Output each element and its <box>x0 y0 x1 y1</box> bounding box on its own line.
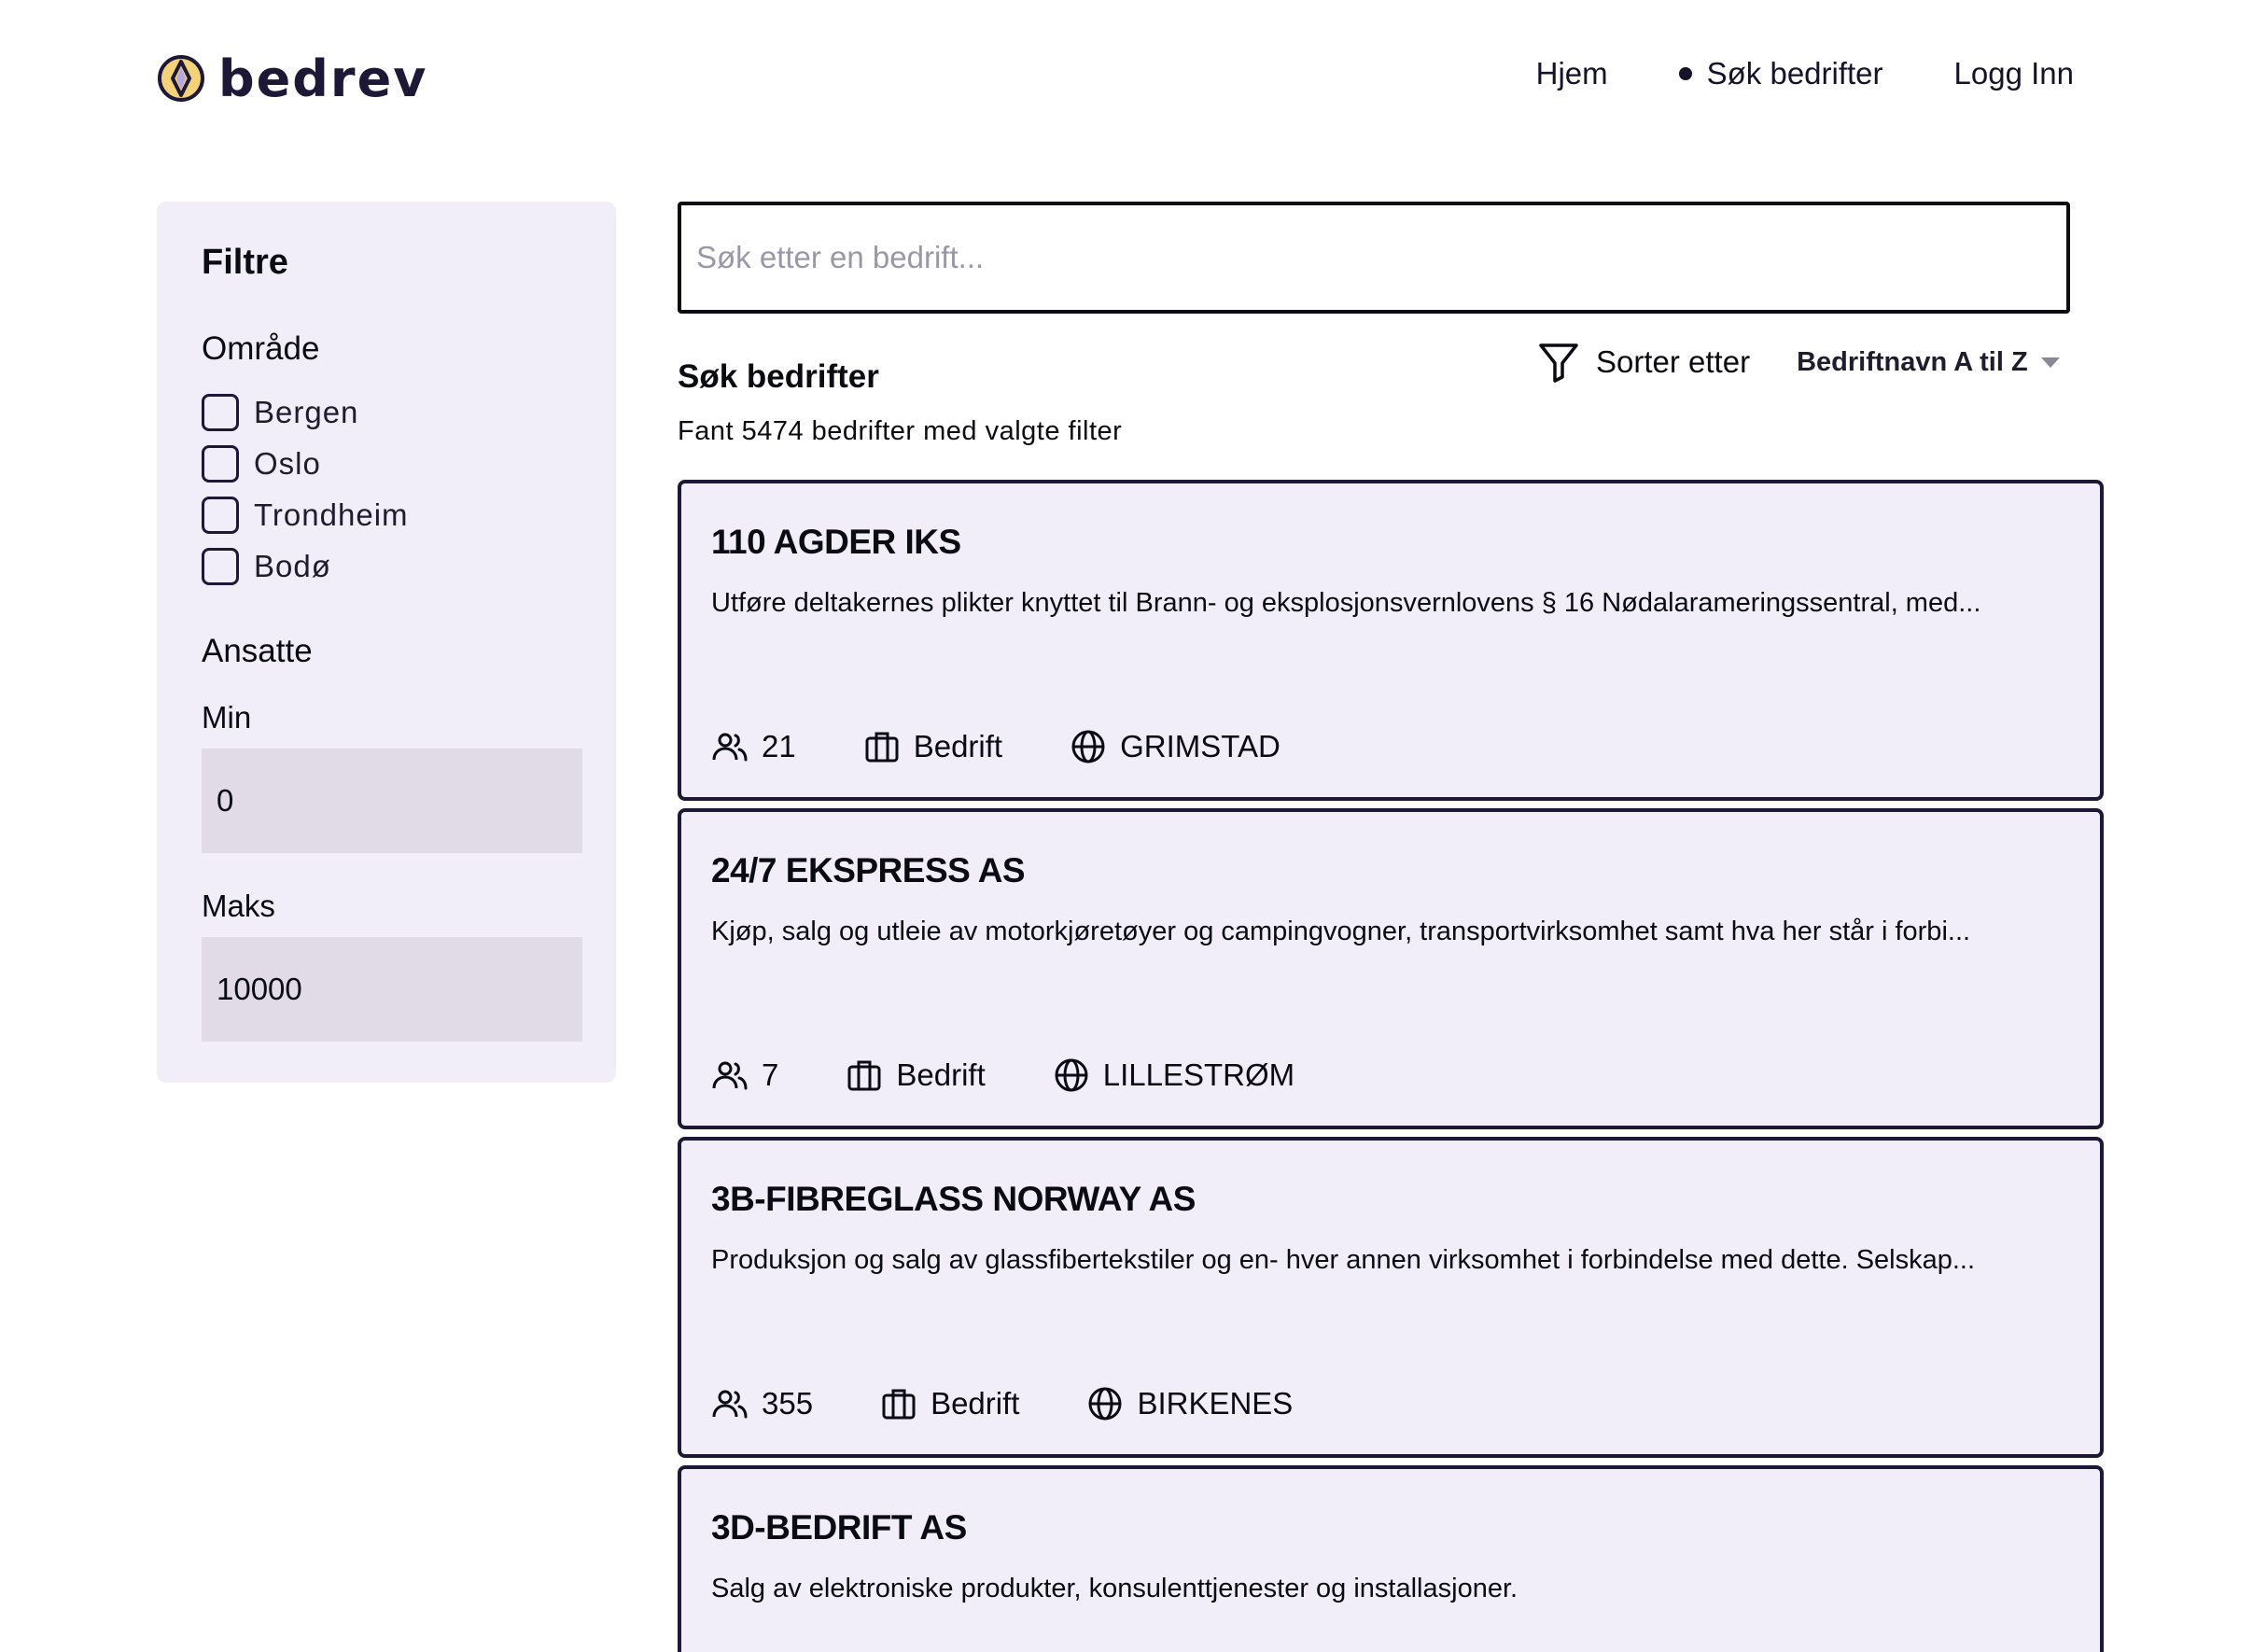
brand-name: bedrev <box>218 49 428 108</box>
company-name: 3B-FIBREGLASS NORWAY AS <box>711 1180 1196 1218</box>
nav-login-link[interactable]: Logg Inn <box>1954 56 2074 91</box>
company-name: 3D-BEDRIFT AS <box>711 1508 967 1547</box>
checkbox[interactable] <box>202 548 239 585</box>
company-card[interactable]: 3D-BEDRIFT AS Salg av elektroniske produ… <box>678 1465 2104 1652</box>
checkbox[interactable] <box>202 445 239 483</box>
company-name: 110 AGDER IKS <box>711 523 961 561</box>
company-location: BIRKENES <box>1086 1385 1293 1422</box>
location-value: GRIMSTAD <box>1120 729 1280 763</box>
type-value: Bedrift <box>896 1057 986 1092</box>
area-option-label: Bergen <box>254 395 359 429</box>
search-input[interactable] <box>681 205 2066 310</box>
area-option-bodo[interactable]: Bodø <box>202 548 331 585</box>
employees-count: 7 <box>711 1057 778 1094</box>
min-employees-input[interactable] <box>202 749 582 853</box>
active-dot-icon <box>1678 67 1692 80</box>
briefcase-icon <box>865 732 899 763</box>
search-box <box>678 202 2070 314</box>
min-employees-label: Min <box>202 700 252 735</box>
max-employees-input[interactable] <box>202 937 582 1042</box>
header: bedrev Hjem Søk bedrifter Logg Inn <box>0 0 2253 168</box>
company-type: Bedrift <box>880 1385 1019 1422</box>
nav-login-label: Logg Inn <box>1953 56 2074 91</box>
nav-search-label: Søk bedrifter <box>1706 56 1883 91</box>
company-meta: 21 Bedrift GRIMSTAD <box>711 728 1348 765</box>
company-card[interactable]: 3B-FIBREGLASS NORWAY AS Produksjon og sa… <box>678 1137 2104 1458</box>
company-card[interactable]: 24/7 EKSPRESS AS Kjøp, salg og utleie av… <box>678 808 2104 1129</box>
company-name: 24/7 EKSPRESS AS <box>711 851 1026 889</box>
employees-value: 21 <box>762 729 796 763</box>
filters-title: Filtre <box>202 243 288 282</box>
checkbox[interactable] <box>202 497 239 534</box>
results-title: Søk bedrifter <box>678 358 879 395</box>
nav-search-link[interactable]: Søk bedrifter <box>1678 56 1883 91</box>
company-description: Produksjon og salg av glassfibertekstile… <box>711 1245 1976 1275</box>
area-option-label: Trondheim <box>254 497 409 532</box>
nav-home-link[interactable]: Hjem <box>1536 56 1608 91</box>
nav-home-label: Hjem <box>1535 56 1608 91</box>
company-type: Bedrift <box>863 728 1002 765</box>
employees-value: 7 <box>762 1057 779 1092</box>
people-icon <box>712 1390 748 1419</box>
employees-count: 355 <box>711 1385 813 1422</box>
sort-label: Sorter etter <box>1596 344 1751 379</box>
employees-section-title: Ansatte <box>202 633 313 669</box>
company-meta: 7 Bedrift LILLESTRØM <box>711 1057 1362 1094</box>
company-description: Utføre deltakernes plikter knyttet til B… <box>711 588 1981 618</box>
area-section-title: Område <box>202 330 320 367</box>
filter-funnel-icon[interactable] <box>1536 340 1581 385</box>
results-count: Fant 5474 bedrifter med valgte filter <box>678 416 1123 446</box>
briefcase-icon <box>847 1060 881 1091</box>
globe-icon <box>1071 730 1105 763</box>
company-meta: 355 Bedrift BIRKENES <box>711 1385 1360 1422</box>
globe-icon <box>1088 1387 1122 1421</box>
globe-icon <box>1055 1058 1088 1092</box>
sort-select[interactable]: Bedriftnavn A til Z <box>1797 347 2060 378</box>
area-option-label: Oslo <box>254 446 321 481</box>
chevron-down-icon <box>2040 357 2060 368</box>
max-employees-label: Maks <box>202 889 275 923</box>
filter-sidebar: Filtre Område Bergen Oslo Trondheim Bodø… <box>157 202 616 1083</box>
location-value: BIRKENES <box>1137 1386 1294 1421</box>
briefcase-icon <box>882 1389 916 1420</box>
sort-value: Bedriftnavn A til Z <box>1797 346 2028 377</box>
people-icon <box>712 733 748 762</box>
company-location: GRIMSTAD <box>1070 728 1280 765</box>
employees-value: 355 <box>762 1386 814 1421</box>
area-option-oslo[interactable]: Oslo <box>202 445 321 483</box>
company-description: Kjøp, salg og utleie av motorkjøretøyer … <box>711 917 1971 946</box>
type-value: Bedrift <box>931 1386 1020 1421</box>
company-location: LILLESTRØM <box>1053 1057 1294 1094</box>
checkbox[interactable] <box>202 394 239 431</box>
company-description: Salg av elektroniske produkter, konsulen… <box>711 1574 1518 1603</box>
area-option-trondheim[interactable]: Trondheim <box>202 497 409 534</box>
company-type: Bedrift <box>846 1057 986 1094</box>
company-card[interactable]: 110 AGDER IKS Utføre deltakernes plikter… <box>678 480 2104 801</box>
bedrev-logo-icon <box>158 55 204 102</box>
employees-count: 21 <box>711 728 796 765</box>
people-icon <box>712 1061 748 1090</box>
main-nav: Hjem Søk bedrifter Logg Inn <box>1536 56 2074 91</box>
area-option-bergen[interactable]: Bergen <box>202 394 358 431</box>
area-option-label: Bodø <box>254 549 331 583</box>
sort-area: Sorter etter Bedriftnavn A til Z <box>1536 340 2060 385</box>
location-value: LILLESTRØM <box>1102 1057 1295 1092</box>
brand-logo[interactable]: bedrev <box>157 49 427 108</box>
type-value: Bedrift <box>913 729 1003 763</box>
